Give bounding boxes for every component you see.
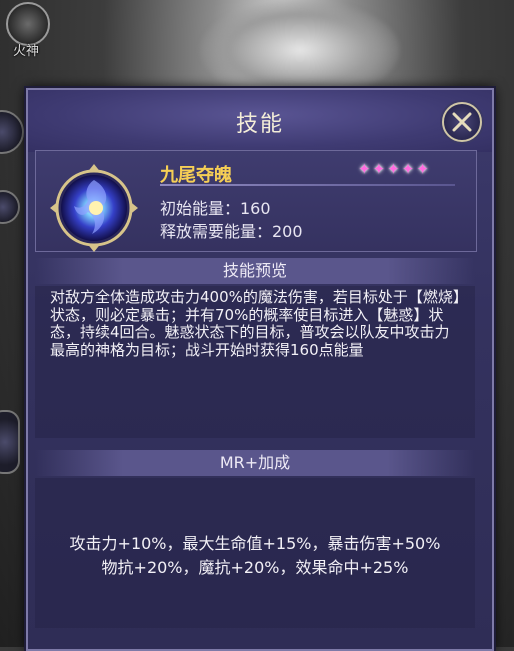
close-button[interactable]	[442, 102, 482, 142]
star-icon: ✦	[416, 160, 429, 178]
name-divider	[160, 184, 455, 186]
mr-bonus-line-2: 物抗+20%，魔抗+20%，效果命中+25%	[101, 558, 409, 577]
skill-icon	[48, 162, 140, 254]
star-icon: ✦	[387, 160, 400, 178]
star-icon: ✦	[372, 160, 386, 178]
background-character	[200, 0, 400, 100]
mr-bonus-line-1: 攻击力+10%，最大生命值+15%，暴击伤害+50%	[69, 534, 441, 553]
star-icon: ✦	[358, 160, 371, 178]
release-energy: 释放需要能量：200	[160, 222, 303, 241]
corner-badge[interactable]: 火神	[2, 2, 50, 60]
close-x-icon	[452, 112, 472, 132]
initial-energy: 初始能量：160	[160, 199, 271, 218]
dialog-title: 技能	[235, 112, 284, 137]
skill-stars: ✦ ✦ ✦ ✦ ✦	[358, 160, 429, 178]
skill-description: 对敌方全体造成攻击力400%的魔法伤害，若目标处于【燃烧】状态，则必定暴击；并有…	[50, 288, 461, 359]
star-icon: ✦	[401, 160, 415, 178]
title-bar: 技能	[28, 90, 492, 152]
mr-bonus-header: MR+加成	[35, 450, 475, 476]
corner-badge-label: 火神	[12, 44, 39, 59]
preview-header: 技能预览	[35, 258, 475, 284]
left-side-orb-3	[0, 410, 20, 474]
